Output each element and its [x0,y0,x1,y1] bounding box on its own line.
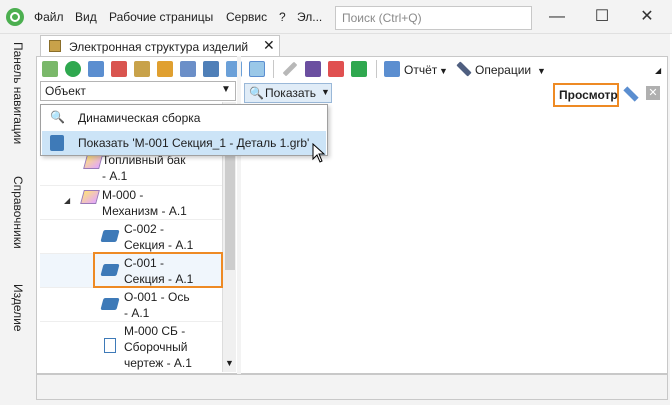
show-dropdown-menu: 🔍 Динамическая сборка Показать 'М-001 Се… [40,104,328,156]
paste-icon[interactable] [134,61,150,77]
object-filter-value: Объект [45,84,86,98]
chevron-down-icon[interactable]: ▼ [439,66,448,76]
search-icon: 🔍 [50,110,65,124]
delete-icon[interactable] [328,61,344,77]
tree-item-label: Топливный бак - А.1 [102,153,186,183]
search-icon: 🔍 [249,86,264,100]
toolbar-separator [376,60,377,78]
report-menu[interactable]: Отчёт [404,63,437,77]
status-bar [36,374,668,400]
show-button[interactable]: 🔍 Показать ▼ [244,83,332,103]
highlight-frame [93,252,223,288]
overflow-icon[interactable]: ◢ [655,66,661,75]
view-icon[interactable] [249,61,265,77]
preview-label: Просмотр [553,83,619,107]
table-icon[interactable] [180,61,196,77]
tree-item[interactable]: С-002 - Секция - А.1 [40,220,222,254]
check-icon[interactable] [351,61,367,77]
menu-item-dynamic-assembly[interactable]: 🔍 Динамическая сборка [42,106,326,130]
show-button-label: Показать [265,86,317,100]
assembly-icon [83,155,103,169]
close-tab-icon[interactable]: ✕ [263,37,275,54]
operations-menu[interactable]: Операции [475,63,531,77]
tree-item[interactable]: О-001 - Ось - А.1 [40,288,222,322]
close-window-button[interactable]: ✕ [632,6,662,28]
chevron-down-icon[interactable]: ▼ [321,87,330,97]
save-icon[interactable] [305,61,321,77]
structure-icon [49,40,61,52]
file-icon [50,135,64,151]
maximize-button[interactable]: ☐ [587,6,617,28]
tab-navigation-panel[interactable]: Панель навигации [9,42,25,144]
part-icon [100,298,120,310]
tab-product[interactable]: Изделие [9,284,25,332]
menu-file[interactable]: Файл [34,10,64,24]
properties-icon[interactable] [88,61,104,77]
menu-service[interactable]: Сервис [226,10,267,24]
tree-item[interactable]: ◢ М-000 - Механизм - А.1 [40,186,222,220]
menu-workpages[interactable]: Рабочие страницы [109,10,213,24]
chevron-down-icon[interactable]: ▼ [537,66,546,76]
object-filter-select[interactable]: Объект ▼ [40,81,236,101]
menu-item-label: Показать 'М-001 Секция_1 - Деталь 1.grb' [78,136,310,150]
add-icon[interactable] [65,61,81,77]
mouse-cursor-icon [312,143,326,163]
tab-directories[interactable]: Справочники [9,176,25,249]
assembly-icon [80,190,100,204]
part-icon [100,230,120,242]
menu-item-show-file[interactable]: Показать 'М-001 Секция_1 - Деталь 1.grb' [42,131,326,155]
menu-help[interactable]: ? [279,10,286,24]
search-input[interactable]: Поиск (Ctrl+Q) [335,6,532,30]
document-tab[interactable]: Электронная структура изделий ✕ [40,35,280,57]
new-object-icon[interactable] [42,61,58,77]
toolbar-separator [273,60,274,78]
scrollbar-thumb[interactable] [225,152,235,270]
tree-item-label: М-000 - Механизм - А.1 [102,188,187,218]
tree-item[interactable]: М-000 СБ - Сборочный чертеж - А.1 [40,322,222,372]
close-icon[interactable]: ✕ [646,86,660,100]
app-logo-icon [6,8,24,26]
report-icon [384,61,400,77]
chevron-down-icon: ▼ [221,84,231,95]
menu-view[interactable]: Вид [75,10,97,24]
sort-icon[interactable] [157,61,173,77]
scroll-down-icon[interactable]: ▼ [225,358,234,368]
document-icon [104,338,116,353]
tree-item-label: М-000 СБ - Сборочный чертеж - А.1 [124,324,192,370]
document-tab-title: Электронная структура изделий [69,40,249,54]
tree-item-label: О-001 - Ось - А.1 [124,290,190,320]
menu-item-label: Динамическая сборка [78,111,201,125]
copy-icon[interactable] [111,61,127,77]
minimize-button[interactable]: — [542,6,572,28]
menu-more[interactable]: Эл... [297,10,322,24]
checklist-icon[interactable] [203,61,219,77]
collapse-icon[interactable]: ◢ [64,196,70,205]
tree-item-label: С-002 - Секция - А.1 [124,222,194,252]
